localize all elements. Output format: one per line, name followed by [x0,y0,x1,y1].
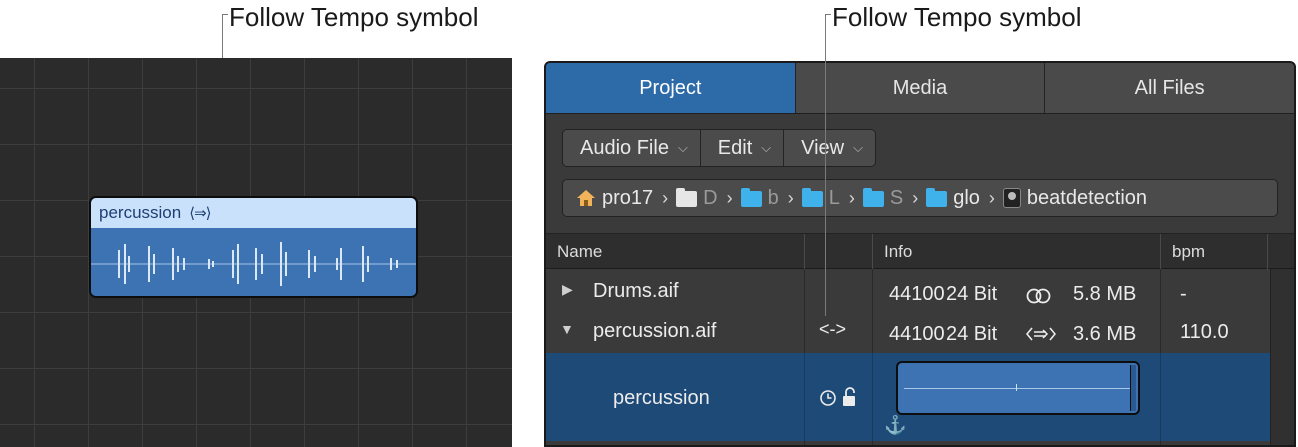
path-crumb-folder[interactable]: S [862,186,904,210]
file-size: 3.6 MB [1073,323,1137,345]
browser-panel: Project Media All Files Audio File ⌵ Edi… [544,61,1296,447]
chevron-down-icon: ⌵ [853,140,863,155]
path-crumb-folder[interactable]: b [740,186,779,210]
list-scrollbar[interactable] [1270,269,1294,445]
follow-tempo-icon: <-> [819,319,847,339]
table-row[interactable]: ▼ percussion.aif <-> 44100 24 Bit 3.6 MB… [546,315,1270,351]
tracks-area[interactable]: percussion ⟨⇒⟩ [0,58,512,447]
view-label: View [801,136,845,159]
path-crumb-label: glo [953,186,980,209]
tab-project[interactable]: Project [546,63,796,113]
home-icon [576,188,596,208]
file-name: percussion.aif [593,320,717,342]
region-name: percussion [99,203,182,222]
chevron-down-icon: ⌵ [677,140,688,155]
column-divider [1160,353,1161,441]
path-crumb-folder[interactable]: glo [926,187,980,210]
file-size: 5.8 MB [1073,283,1137,305]
path-crumb-label: beatdetection [1026,186,1148,209]
follow-tempo-icon: ⟨⇒⟩ [189,205,211,222]
unlock-icon[interactable] [841,387,857,413]
path-separator: › [787,187,794,208]
column-divider[interactable] [804,234,805,270]
disclosure-triangle-icon[interactable]: ▼ [560,321,574,337]
audio-file-menu[interactable]: Audio File ⌵ [563,130,701,166]
edit-label: Edit [717,136,753,159]
region-name: percussion [613,387,710,409]
tab-media[interactable]: Media [795,63,1046,113]
sample-rate: 44100 [889,323,945,345]
disk-icon [1002,188,1021,208]
path-separator: › [912,187,919,208]
column-name[interactable]: Name [557,242,602,262]
stereo-icon [1026,287,1052,310]
anchor-icon[interactable]: ⚓ [884,415,906,436]
path-separator: › [726,187,733,208]
column-bpm[interactable]: bpm [1172,242,1205,262]
bpm-value: 110.0 [1180,321,1229,343]
edit-menu[interactable]: Edit ⌵ [701,130,785,166]
tab-all-files[interactable]: All Files [1045,63,1294,113]
path-separator: › [988,187,995,208]
column-info[interactable]: Info [884,242,912,262]
path-crumb-label: pro17 [602,186,654,209]
folder-icon [862,188,884,207]
region-preview[interactable] [896,361,1140,415]
clock-icon[interactable] [819,389,837,413]
path-crumb-home[interactable]: pro17 [576,187,653,210]
region-preview-marker [1016,384,1017,391]
browser-toolbar: Audio File ⌵ Edit ⌵ View ⌵ [562,129,876,167]
region-preview-endcap [1130,365,1136,411]
region-preview-line [904,388,1132,389]
disclosure-triangle-icon[interactable]: ▶ [562,281,573,298]
path-crumb-label: b [767,186,779,209]
column-divider [872,353,873,441]
path-bar: pro17 › D › b › L › S › glo › beatdetect… [562,179,1278,217]
audio-region-percussion[interactable]: percussion ⟨⇒⟩ [89,196,418,298]
path-crumb-label: L [828,186,840,209]
column-divider[interactable] [872,234,873,270]
column-header: Name Info bpm [546,233,1294,270]
waveform-graphic [91,242,416,286]
folder-icon [676,188,698,207]
file-name: Drums.aif [593,280,679,302]
region-row-selected[interactable]: percussion ⚓ [546,353,1270,441]
view-menu[interactable]: View ⌵ [784,130,875,166]
table-row[interactable]: ▶ Drums.aif 44100 24 Bit 5.8 MB - [546,277,1270,311]
bit-depth: 24 Bit [946,323,998,345]
folder-icon [740,188,762,207]
column-divider [804,353,805,441]
path-crumb-current[interactable]: beatdetection [1002,186,1148,210]
region-header[interactable]: percussion ⟨⇒⟩ [91,198,416,228]
path-separator: › [848,187,855,208]
column-divider[interactable] [1160,234,1161,270]
audio-file-label: Audio File [580,136,669,159]
path-crumb-folder[interactable]: L [801,186,840,210]
callout-tick-left [222,14,228,15]
browser-tabs: Project Media All Files [546,63,1294,114]
path-crumb-label: D [703,186,718,209]
region-waveform [91,228,416,296]
path-crumb-folder[interactable]: D [676,186,718,210]
folder-icon [801,188,823,207]
file-list: ▶ Drums.aif 44100 24 Bit 5.8 MB - ▼ perc… [546,269,1270,445]
follow-tempo-callout-right: Follow Tempo symbol [832,2,1082,32]
callout-line-right [825,14,826,316]
path-crumb-label: S [889,186,904,209]
bit-depth: 24 Bit [946,283,998,305]
path-separator: › [662,187,669,208]
sample-rate: 44100 [889,283,945,305]
chevron-down-icon: ⌵ [761,140,772,155]
follow-tempo-callout-left: Follow Tempo symbol [229,2,479,32]
column-divider[interactable] [1267,234,1268,270]
bpm-value: - [1180,283,1187,305]
follow-tempo-format-icon [1025,325,1057,348]
folder-icon [926,188,948,207]
